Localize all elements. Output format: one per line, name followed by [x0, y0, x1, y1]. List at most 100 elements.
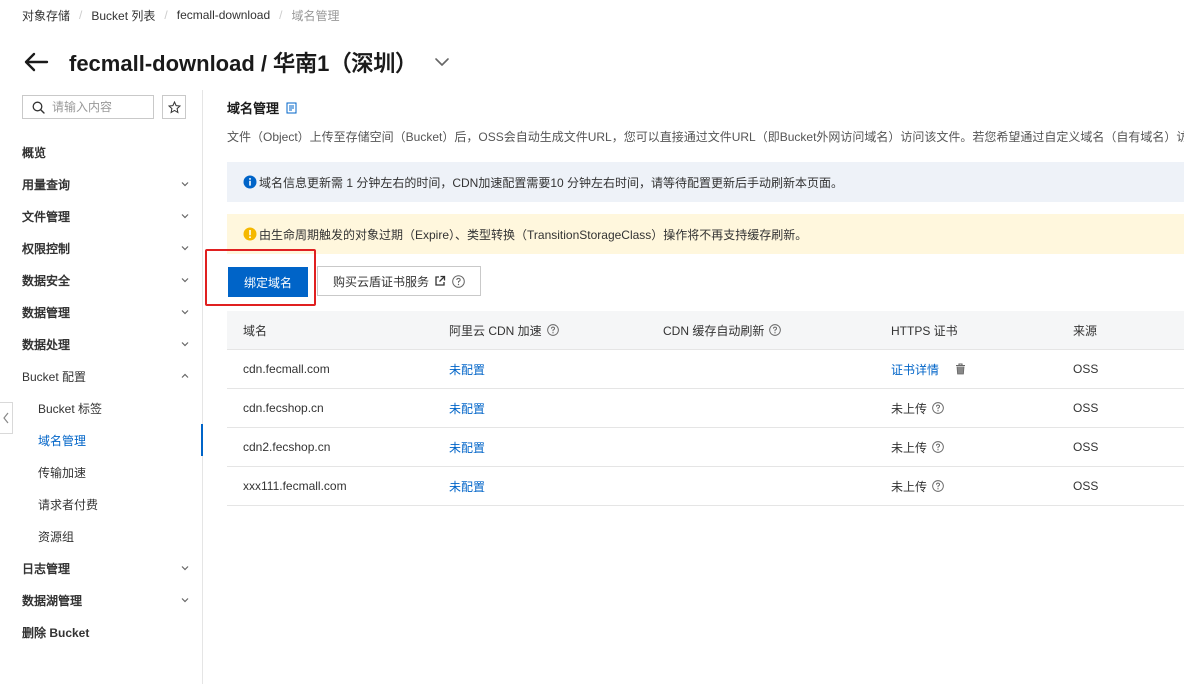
- source-cell: OSS: [1073, 362, 1099, 376]
- sidebar-item-overview[interactable]: 概览: [0, 136, 202, 168]
- chevron-down-icon: [180, 307, 190, 317]
- chevron-down-icon: [180, 211, 190, 221]
- column-header-domain: 域名: [243, 323, 268, 338]
- sidebar-item-usage[interactable]: 用量查询: [0, 168, 202, 200]
- sidebar-item-label: 用量查询: [22, 177, 71, 192]
- https-status: 未上传: [891, 440, 928, 455]
- column-header-label: CDN 缓存自动刷新: [663, 323, 765, 338]
- domain-table: 域名 阿里云 CDN 加速 CDN 缓存自动刷新 HTTPS 证书 来源 cdn…: [227, 311, 1184, 506]
- chevron-down-icon: [180, 243, 190, 253]
- info-notice-text: 域名信息更新需 1 分钟左右的时间，CDN加速配置需要10 分钟左右时间，请等待…: [259, 175, 844, 190]
- sidebar-item-label: 数据处理: [22, 337, 71, 352]
- help-icon[interactable]: [452, 274, 465, 288]
- page-header: fecmall-download / 华南1（深圳）: [22, 44, 451, 80]
- help-icon[interactable]: [932, 441, 944, 453]
- source-cell: OSS: [1073, 401, 1099, 415]
- cdn-config-link[interactable]: 未配置: [449, 361, 485, 378]
- breadcrumb-separator: /: [164, 8, 168, 22]
- cdn-config-link[interactable]: 未配置: [449, 400, 485, 417]
- source-cell: OSS: [1073, 479, 1099, 493]
- sidebar-item-label: Bucket 标签: [38, 401, 103, 416]
- section-header: 域名管理: [227, 98, 298, 117]
- sidebar-item-label: Bucket 配置: [22, 369, 87, 384]
- section-title: 域名管理: [227, 101, 280, 116]
- info-icon: [243, 175, 257, 189]
- breadcrumb-separator: /: [79, 8, 83, 22]
- chevron-down-icon: [180, 179, 190, 189]
- chevron-down-icon[interactable]: [433, 53, 451, 71]
- column-header-source: 来源: [1073, 323, 1098, 338]
- back-arrow-icon[interactable]: [22, 48, 50, 76]
- chevron-left-icon: [3, 412, 9, 424]
- domain-cell: xxx111.fecmall.com: [243, 479, 347, 493]
- search-icon: [32, 100, 46, 114]
- help-icon[interactable]: [932, 480, 944, 492]
- sidebar-item-label: 概览: [22, 145, 47, 160]
- column-header-cdn: 阿里云 CDN 加速: [433, 322, 647, 339]
- sidebar-item-files[interactable]: 文件管理: [0, 200, 202, 232]
- chevron-down-icon: [180, 595, 190, 605]
- breadcrumb: 对象存储 / Bucket 列表 / fecmall-download / 域名…: [22, 7, 339, 23]
- bind-domain-button[interactable]: 绑定域名: [228, 267, 308, 297]
- sidebar-item-label: 传输加速: [38, 465, 87, 480]
- domain-cell: cdn.fecshop.cn: [243, 401, 324, 415]
- cdn-config-link[interactable]: 未配置: [449, 478, 485, 495]
- breadcrumb-bucket-list[interactable]: Bucket 列表: [91, 7, 155, 24]
- sidebar-item-requester-pays[interactable]: 请求者付费: [0, 488, 202, 520]
- help-icon[interactable]: [769, 324, 782, 336]
- search-box: [22, 95, 154, 119]
- chevron-down-icon: [180, 275, 190, 285]
- external-link-icon: [434, 275, 446, 287]
- https-status: 未上传: [891, 401, 928, 416]
- breadcrumb-bucket[interactable]: fecmall-download: [177, 8, 270, 22]
- buy-certificate-label: 购买云盾证书服务: [332, 274, 429, 289]
- section-description: 文件（Object）上传至存储空间（Bucket）后，OSS会自动生成文件URL…: [227, 130, 1184, 144]
- help-icon[interactable]: [546, 324, 559, 336]
- sidebar-item-log-management[interactable]: 日志管理: [0, 552, 202, 584]
- sidebar-item-bucket-tags[interactable]: Bucket 标签: [0, 392, 202, 424]
- table-header: 域名 阿里云 CDN 加速 CDN 缓存自动刷新 HTTPS 证书 来源: [227, 311, 1184, 350]
- warning-notice-text: 由生命周期触发的对象过期（Expire）、类型转换（TransitionStor…: [259, 227, 808, 242]
- sidebar: 概览 用量查询 文件管理 权限控制 数据安全 数据管理 数据处理 Bucket …: [0, 90, 203, 684]
- certificate-details-link[interactable]: 证书详情: [891, 361, 939, 378]
- sidebar-collapse-button[interactable]: [0, 402, 13, 434]
- sidebar-item-data-security[interactable]: 数据安全: [0, 264, 202, 296]
- sidebar-item-label: 数据安全: [22, 273, 71, 288]
- sidebar-item-label: 请求者付费: [38, 497, 99, 512]
- star-icon: [167, 100, 181, 114]
- cdn-config-link[interactable]: 未配置: [449, 439, 485, 456]
- sidebar-item-label: 日志管理: [22, 561, 71, 576]
- trash-icon[interactable]: [955, 363, 967, 375]
- chevron-up-icon: [180, 371, 190, 381]
- domain-cell: cdn.fecmall.com: [243, 362, 330, 376]
- document-icon[interactable]: [286, 102, 298, 114]
- sidebar-item-label: 权限控制: [22, 241, 71, 256]
- buy-certificate-button[interactable]: 购买云盾证书服务: [317, 266, 481, 296]
- help-icon[interactable]: [932, 402, 944, 414]
- favorite-button[interactable]: [162, 95, 186, 119]
- sidebar-item-transfer-acceleration[interactable]: 传输加速: [0, 456, 202, 488]
- sidebar-item-label: 数据管理: [22, 305, 71, 320]
- chevron-down-icon: [180, 563, 190, 573]
- sidebar-item-data-lake[interactable]: 数据湖管理: [0, 584, 202, 616]
- sidebar-item-bucket-config[interactable]: Bucket 配置: [0, 360, 202, 392]
- sidebar-nav: 概览 用量查询 文件管理 权限控制 数据安全 数据管理 数据处理 Bucket …: [0, 136, 203, 648]
- sidebar-item-permissions[interactable]: 权限控制: [0, 232, 202, 264]
- sidebar-item-label: 删除 Bucket: [22, 625, 90, 640]
- column-header-label: 阿里云 CDN 加速: [449, 323, 542, 338]
- breadcrumb-object-storage[interactable]: 对象存储: [22, 7, 70, 24]
- sidebar-item-resource-group[interactable]: 资源组: [0, 520, 202, 552]
- domain-cell: cdn2.fecshop.cn: [243, 440, 331, 454]
- https-status: 未上传: [891, 479, 928, 494]
- column-header-https: HTTPS 证书: [891, 323, 958, 338]
- warning-icon: [243, 227, 257, 241]
- sidebar-item-data-management[interactable]: 数据管理: [0, 296, 202, 328]
- breadcrumb-separator: /: [279, 8, 283, 22]
- sidebar-item-label: 资源组: [38, 529, 75, 544]
- info-notice: 域名信息更新需 1 分钟左右的时间，CDN加速配置需要10 分钟左右时间，请等待…: [227, 162, 1184, 202]
- sidebar-item-domain-management[interactable]: 域名管理: [0, 424, 203, 456]
- sidebar-item-data-processing[interactable]: 数据处理: [0, 328, 202, 360]
- sidebar-item-delete-bucket[interactable]: 删除 Bucket: [0, 616, 202, 648]
- sidebar-item-label: 数据湖管理: [22, 593, 83, 608]
- search-input[interactable]: [52, 100, 142, 114]
